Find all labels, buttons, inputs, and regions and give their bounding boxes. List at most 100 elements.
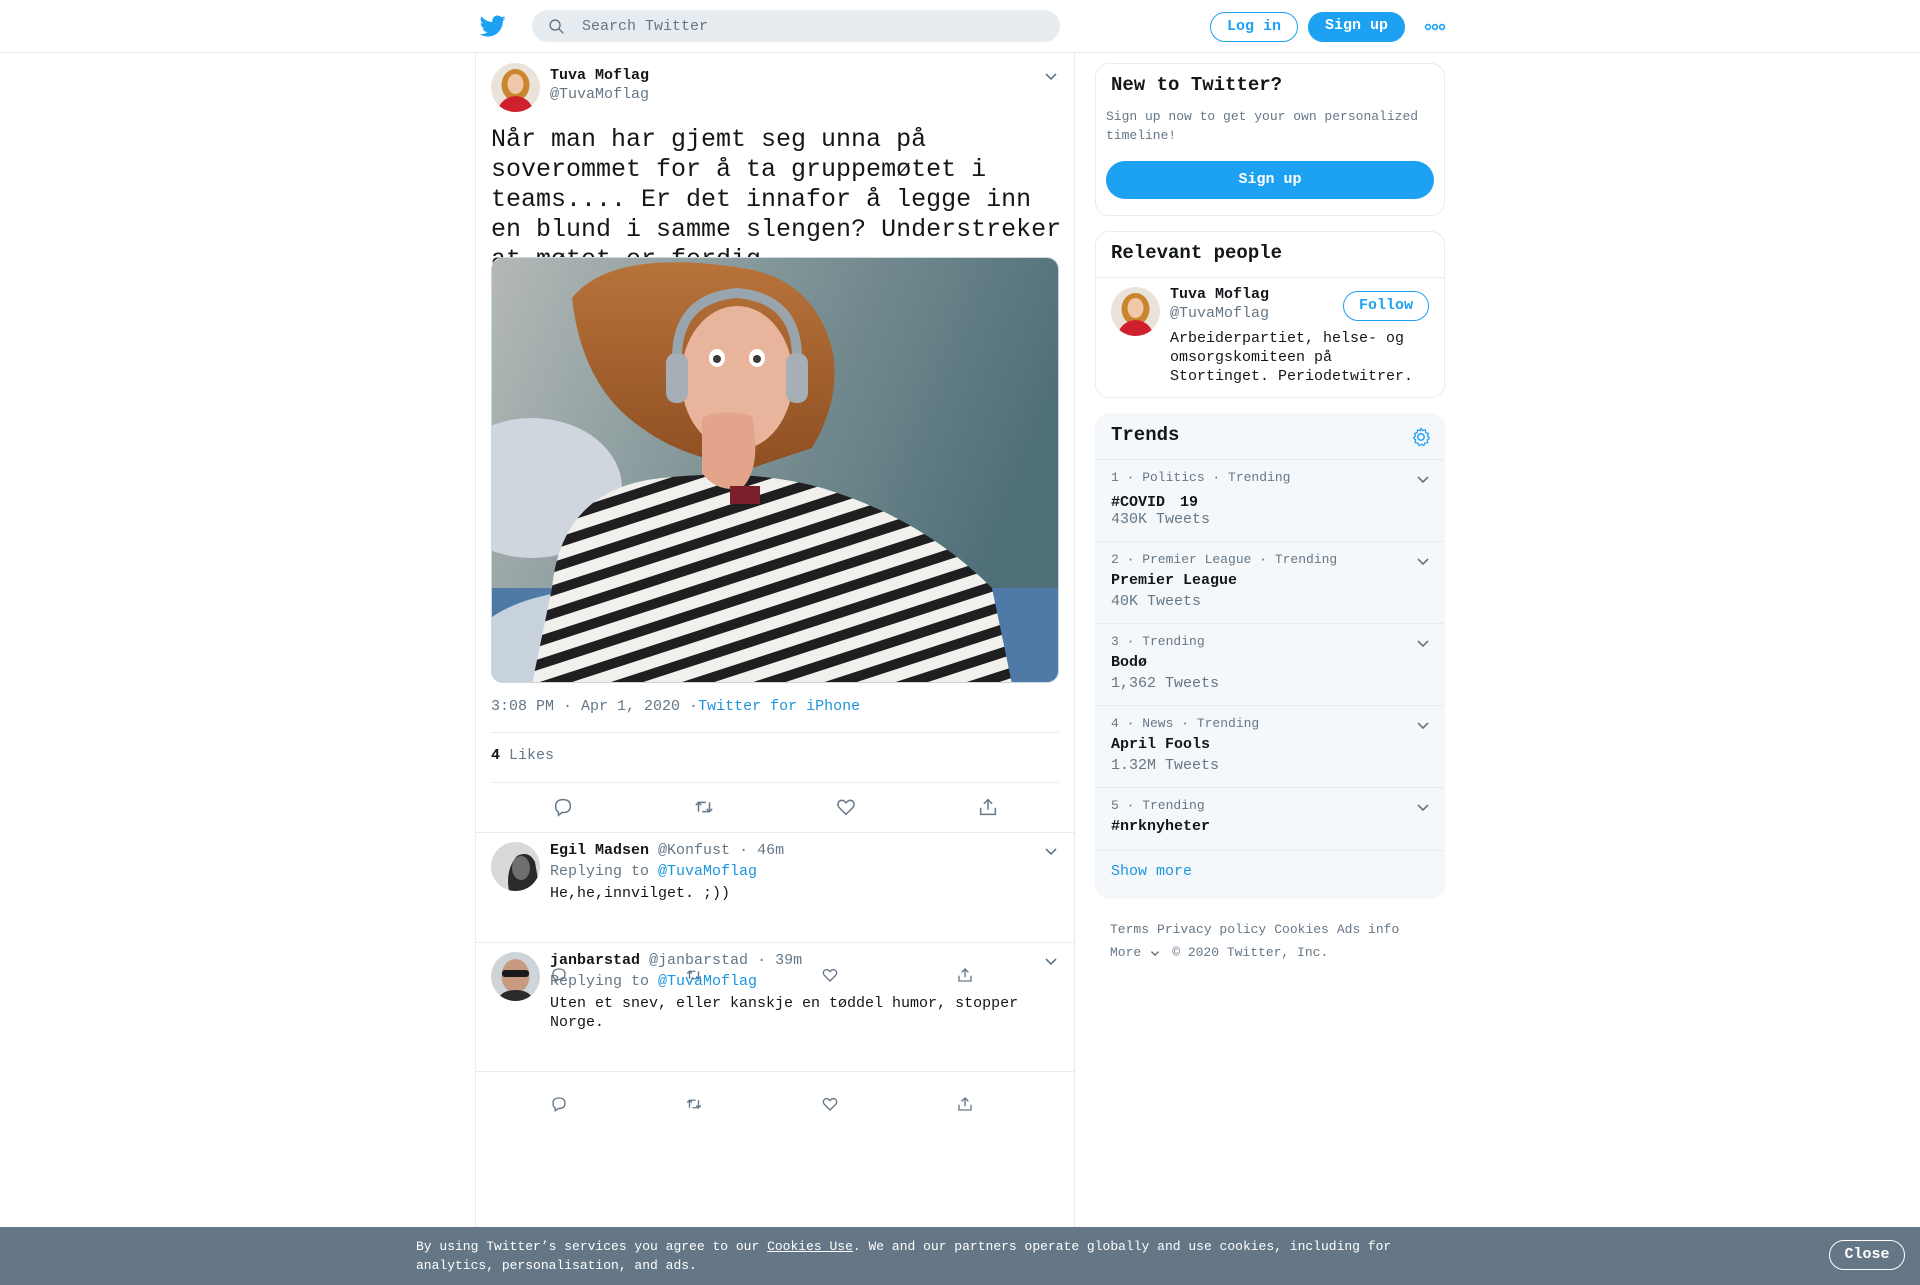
tweet-source-link[interactable]: Twitter for iPhone (698, 698, 860, 715)
replying-to-label: Replying to (550, 863, 650, 880)
chevron-down-icon[interactable] (1416, 636, 1430, 650)
footer-cookies-link[interactable]: Cookies (1274, 922, 1329, 937)
card-title: Relevant people (1111, 242, 1283, 264)
reply-author[interactable]: Egil Madsen @Konfust · 46m (550, 842, 784, 859)
chevron-down-icon[interactable] (1416, 554, 1430, 568)
tweet-timestamp: 3:08 PM · Apr 1, 2020 ·Twitter for iPhon… (491, 698, 860, 715)
relevant-handle[interactable]: @TuvaMoflag (1170, 305, 1269, 322)
footer-terms-link[interactable]: Terms (1110, 922, 1149, 937)
divider (491, 732, 1059, 733)
reply-text: He,he,innvilget. ;)) (550, 885, 731, 902)
replying-to: Replying to @TuvaMoflag (550, 973, 757, 990)
cookie-text-before: By using Twitter’s services you agree to… (416, 1239, 768, 1254)
login-button[interactable]: Log in (1210, 12, 1298, 42)
trend-item[interactable]: 1 · Politics · Trending #COVID 19 430K T… (1096, 459, 1444, 541)
search-input[interactable] (582, 10, 1042, 42)
reply-author[interactable]: janbarstad @janbarstad · 39m (550, 952, 802, 969)
share-icon[interactable] (956, 966, 974, 984)
trend-item[interactable]: 3 · Trending Bodø 1,362 Tweets (1096, 623, 1444, 705)
retweet-icon[interactable] (693, 796, 715, 818)
trend-item[interactable]: 2 · Premier League · Trending Premier Le… (1096, 541, 1444, 623)
relevant-people-card: Relevant people Tuva Moflag @TuvaMoflag … (1095, 231, 1445, 398)
footer-more-button[interactable]: More (1110, 945, 1160, 960)
chevron-down-icon[interactable] (1416, 472, 1430, 486)
chevron-down-icon[interactable] (1044, 69, 1058, 83)
signup-button[interactable]: Sign up (1308, 12, 1405, 42)
share-icon[interactable] (956, 1095, 974, 1113)
heart-icon[interactable] (821, 1095, 839, 1113)
trends-card: Trends 1 · Politics · Trending #COVID 19… (1095, 413, 1445, 899)
divider (1096, 850, 1444, 851)
search-box[interactable] (532, 10, 1060, 42)
show-more-link[interactable]: Show more (1111, 863, 1192, 880)
tweet-text: Når man har gjemt seg unna på soverommet… (491, 125, 1062, 274)
likes-count[interactable]: 4 Likes (491, 747, 554, 764)
chevron-down-icon[interactable] (1044, 844, 1058, 858)
cookie-banner: By using Twitter’s services you agree to… (0, 1227, 1920, 1285)
replying-to: Replying to @TuvaMoflag (550, 863, 757, 880)
copyright: © 2020 Twitter, Inc. (1172, 945, 1329, 960)
trend-name: April Fools (1111, 736, 1211, 753)
reply-separator: · (757, 952, 767, 969)
trend-meta: 4 · News · Trending (1111, 716, 1260, 731)
trend-name: Bodø (1111, 654, 1148, 671)
card-subtitle: Sign up now to get your own personalized… (1106, 109, 1419, 143)
relevant-avatar[interactable] (1111, 287, 1160, 336)
likes-number: 4 (491, 747, 501, 764)
sidebar-signup-button[interactable]: Sign up (1106, 161, 1434, 199)
trend-count: 430K Tweets (1111, 511, 1211, 528)
footer-more-label: More (1110, 945, 1142, 960)
author-avatar[interactable] (491, 63, 540, 112)
relevant-name[interactable]: Tuva Moflag (1170, 286, 1269, 303)
reply-icon[interactable] (552, 796, 574, 818)
reply-icon[interactable] (550, 1095, 568, 1113)
trend-meta: 1 · Politics · Trending (1111, 470, 1291, 485)
replying-to-link[interactable]: @TuvaMoflag (658, 863, 757, 880)
trend-count: 1,362 Tweets (1111, 675, 1220, 692)
reply-time[interactable]: 39m (775, 952, 802, 969)
trend-name: #COVID 19 (1111, 494, 1199, 511)
more-options-icon[interactable] (1424, 19, 1446, 35)
close-cookie-button[interactable]: Close (1829, 1240, 1905, 1270)
footer-ads-link[interactable]: Ads info (1337, 922, 1399, 937)
cookie-text: By using Twitter’s services you agree to… (416, 1237, 1396, 1275)
divider (476, 942, 1074, 943)
reply-separator: · (739, 842, 749, 859)
divider (476, 1071, 1074, 1072)
settings-gear-icon[interactable] (1410, 426, 1432, 448)
reply-author-name: janbarstad (550, 952, 641, 969)
chevron-down-icon[interactable] (1416, 800, 1430, 814)
timestamp-text[interactable]: 3:08 PM · Apr 1, 2020 (491, 698, 680, 715)
footer-privacy-link[interactable]: Privacy policy (1157, 922, 1266, 937)
follow-button[interactable]: Follow (1343, 291, 1429, 321)
likes-label: Likes (509, 747, 555, 764)
chevron-down-icon (1151, 950, 1160, 956)
card-title: New to Twitter? (1111, 74, 1283, 96)
trend-meta: 2 · Premier League · Trending (1111, 552, 1338, 567)
heart-icon[interactable] (821, 966, 839, 984)
reply-avatar[interactable] (491, 842, 540, 891)
reply-time[interactable]: 46m (757, 842, 784, 859)
twitter-bird-icon[interactable] (479, 13, 507, 39)
top-nav: Log in Sign up (0, 0, 1920, 53)
author-handle[interactable]: @TuvaMoflag (550, 86, 649, 103)
heart-icon[interactable] (835, 796, 857, 818)
author-name[interactable]: Tuva Moflag (550, 67, 649, 84)
tweet-photo[interactable] (491, 257, 1059, 683)
share-icon[interactable] (977, 796, 999, 818)
reply-avatar[interactable] (491, 952, 540, 1001)
trend-name: #nrknyheter (1111, 818, 1211, 835)
trend-meta: 3 · Trending (1111, 634, 1205, 649)
trend-item[interactable]: 4 · News · Trending April Fools 1.32M Tw… (1096, 705, 1444, 787)
chevron-down-icon[interactable] (1416, 718, 1430, 732)
cookies-use-link[interactable]: Cookies Use (767, 1239, 853, 1254)
chevron-down-icon[interactable] (1044, 954, 1058, 968)
card-title: Trends (1111, 424, 1180, 446)
retweet-icon[interactable] (685, 1095, 703, 1113)
trend-item[interactable]: 5 · Trending #nrknyheter (1096, 787, 1444, 850)
trend-meta: 5 · Trending (1111, 798, 1205, 813)
divider (1096, 277, 1444, 278)
replying-to-link[interactable]: @TuvaMoflag (658, 973, 757, 990)
replying-to-label: Replying to (550, 973, 650, 990)
divider (476, 832, 1074, 833)
